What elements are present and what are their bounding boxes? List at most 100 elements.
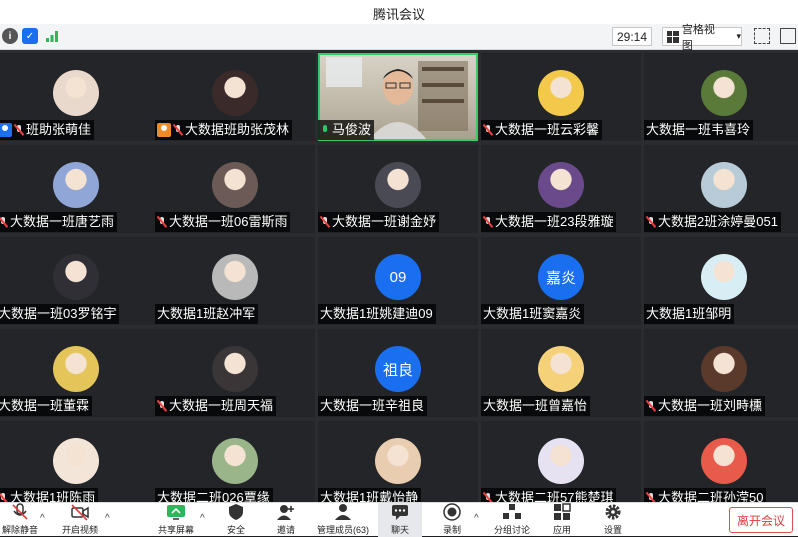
apps-icon [552, 503, 572, 521]
mic-active-icon [320, 124, 330, 136]
participant-name-label: 大数据1班赵冲军 [155, 304, 259, 324]
participant-tile[interactable]: 09 大数据1班姚建迪09 [318, 237, 478, 325]
participant-tile[interactable]: 大数据一班周天福 [155, 329, 315, 417]
participant-tile[interactable]: 嘉炎 大数据1班窦嘉炎 [481, 237, 641, 325]
avatar [212, 346, 258, 392]
participant-tile[interactable]: 大数据二班57熊楚琪 [481, 421, 641, 502]
participant-tile[interactable]: 大数据1班邹明 [644, 237, 798, 325]
video-options-caret[interactable]: ^ [105, 513, 110, 524]
avatar [538, 70, 584, 116]
avatar [212, 438, 258, 484]
participant-tile[interactable]: 大数据一班刘畤櫄 [644, 329, 798, 417]
avatar [212, 254, 258, 300]
participant-tile[interactable]: 大数据一班董霖 [0, 329, 156, 417]
participant-name: 大数据二班026覃缘 [157, 490, 270, 502]
participant-name-label: 大数据一班谢金妤 [318, 212, 440, 232]
mic-muted-icon [14, 124, 24, 136]
chevron-down-icon: ▾ [736, 31, 741, 41]
participant-name-label: 大数据1班窦嘉炎 [481, 304, 585, 324]
participant-tile[interactable]: 大数据一班韦喜玲 [644, 53, 798, 141]
share-screen-icon [166, 503, 186, 521]
avatar [538, 162, 584, 208]
avatar [212, 70, 258, 116]
chat-icon [390, 503, 410, 521]
breakout-rooms-button[interactable]: 分组讨论 [492, 503, 532, 537]
invite-button[interactable]: 邀请 [272, 503, 300, 537]
participant-name: 大数据1班陈雨 [10, 490, 96, 502]
participant-name-label: 大数据班助张茂林 [155, 120, 293, 140]
unmute-button[interactable]: 解除静音 [0, 503, 40, 537]
manage-members-button[interactable]: 管理成员(63) [314, 503, 372, 537]
mic-muted-icon [0, 216, 8, 228]
participant-name-label: 大数据1班邹明 [644, 304, 735, 324]
mic-muted-icon [483, 124, 493, 136]
view-mode-label: 宫格视图 [681, 23, 715, 52]
avatar [701, 162, 747, 208]
participant-name-label: 班助张萌佳 [0, 120, 95, 140]
participant-name-label: 大数据2班涂婷曼051 [644, 212, 781, 232]
participant-tile[interactable]: 马俊波 [318, 53, 478, 141]
signal-icon[interactable] [44, 28, 60, 44]
apps-button[interactable]: 应用 [550, 503, 574, 537]
security-button[interactable]: 安全 [222, 503, 250, 537]
participant-tile[interactable]: 大数据班助张茂林 [155, 53, 315, 141]
leave-meeting-button[interactable]: 离开会议 [729, 507, 793, 533]
gear-icon [603, 503, 623, 521]
participant-tile[interactable]: 大数据一班唐艺雨 [0, 145, 156, 233]
participant-tile[interactable]: 大数据二班026覃缘 [155, 421, 315, 502]
record-options-caret[interactable]: ^ [474, 513, 479, 524]
participant-name: 大数据一班辛祖良 [320, 398, 425, 413]
window-mode-icon[interactable] [780, 28, 796, 44]
participant-tile[interactable]: 大数据二班孙滢50 [644, 421, 798, 502]
participant-tile[interactable]: 大数据一班曾嘉怡 [481, 329, 641, 417]
fullscreen-icon[interactable] [754, 28, 770, 44]
mic-muted-icon [157, 400, 167, 412]
participant-tile[interactable]: 班助张萌佳 [0, 53, 156, 141]
shield-icon [226, 503, 246, 521]
meeting-timer: 29:14 [612, 27, 652, 46]
participant-name: 大数据1班邹明 [646, 306, 732, 321]
participant-name-label: 大数据一班03罗铭宇 [0, 304, 120, 324]
mic-muted-icon [646, 400, 656, 412]
audio-options-caret[interactable]: ^ [40, 513, 45, 524]
participant-name: 大数据一班云彩馨 [495, 122, 600, 137]
participant-tile[interactable]: 大数据1班赵冲军 [155, 237, 315, 325]
participant-tile[interactable]: 大数据一班谢金妤 [318, 145, 478, 233]
participant-tile[interactable]: 大数据1班戴怡静 [318, 421, 478, 502]
participant-tile[interactable]: 大数据一班云彩馨 [481, 53, 641, 141]
settings-button[interactable]: 设置 [600, 503, 626, 537]
share-screen-button[interactable]: 共享屏幕 [155, 503, 197, 537]
avatar [375, 162, 421, 208]
participant-tile[interactable]: 大数据2班涂婷曼051 [644, 145, 798, 233]
participant-name-label: 大数据一班云彩馨 [481, 120, 603, 140]
view-mode-dropdown[interactable]: 宫格视图 ▾ [662, 24, 742, 52]
participant-name-label: 大数据一班董霖 [0, 396, 93, 416]
participant-tile[interactable]: 祖良 大数据一班辛祖良 [318, 329, 478, 417]
participant-tile[interactable]: 大数据一班06雷斯雨 [155, 145, 315, 233]
mic-muted-icon [483, 492, 493, 502]
participant-name-label: 大数据二班026覃缘 [155, 488, 273, 502]
share-options-caret[interactable]: ^ [200, 513, 205, 524]
chat-button[interactable]: 聊天 [378, 503, 422, 537]
participant-tile[interactable]: 大数据1班陈雨 [0, 421, 156, 502]
participant-tile[interactable]: 大数据一班03罗铭宇 [0, 237, 156, 325]
participant-name-label: 大数据1班戴怡静 [318, 488, 422, 502]
shield-icon[interactable]: ✓ [22, 28, 38, 44]
participant-name-label: 大数据一班周天福 [155, 396, 277, 416]
app-title: 腾讯会议 [372, 7, 425, 22]
participant-name: 大数据二班57熊楚琪 [495, 490, 614, 502]
record-icon [442, 503, 462, 521]
avatar [538, 346, 584, 392]
participant-name: 大数据一班谢金妤 [332, 214, 437, 229]
start-video-button[interactable]: 开启视频 [58, 503, 102, 537]
participant-tile[interactable]: 大数据一班23段雅璇 [481, 145, 641, 233]
participant-name-label: 大数据一班23段雅璇 [481, 212, 617, 232]
record-button[interactable]: 录制 [438, 503, 466, 537]
avatar [701, 346, 747, 392]
participant-name: 大数据一班周天福 [169, 398, 274, 413]
participant-name-label: 大数据二班57熊楚琪 [481, 488, 617, 502]
info-icon[interactable]: i [2, 28, 18, 44]
mic-muted-icon [320, 216, 330, 228]
participant-name: 大数据一班韦喜玲 [646, 122, 751, 137]
mic-muted-icon [483, 216, 493, 228]
